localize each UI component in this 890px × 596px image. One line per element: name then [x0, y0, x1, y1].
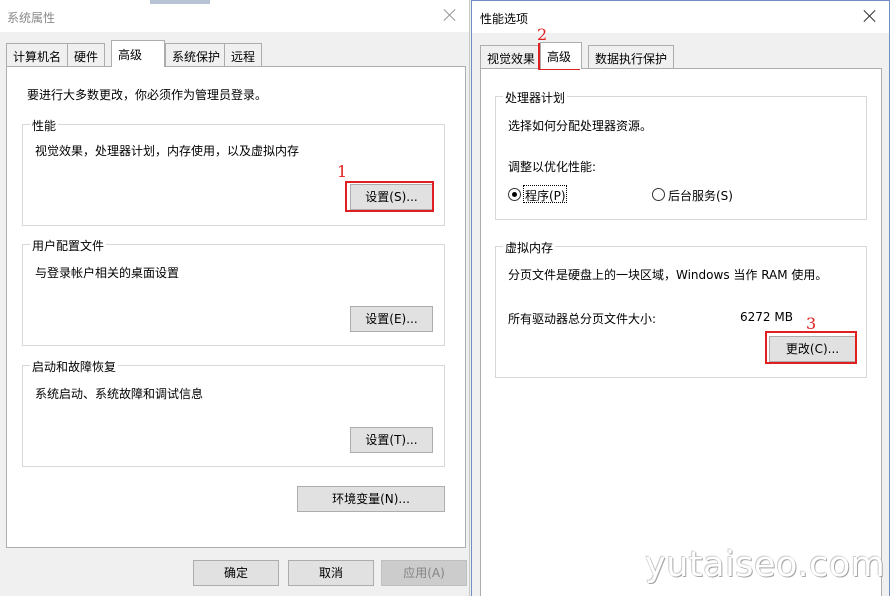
- highlight-box-performance-settings: [345, 181, 434, 212]
- user-profile-group-label: 用户配置文件: [30, 237, 107, 254]
- virtual-memory-description: 分页文件是硬盘上的一块区域，Windows 当作 RAM 使用。: [508, 268, 828, 282]
- tab-system-protection[interactable]: 系统保护: [165, 43, 228, 67]
- startup-recovery-group: 启动和故障恢复 系统启动、系统故障和调试信息 设置(T)...: [22, 358, 445, 467]
- tab-data-execution-prevention[interactable]: 数据执行保护: [588, 45, 675, 69]
- system-properties-titlebar[interactable]: 系统属性: [0, 0, 469, 32]
- processor-description: 选择如何分配处理器资源。: [508, 119, 653, 133]
- tab-hardware[interactable]: 硬件: [67, 43, 106, 67]
- virtual-memory-label: 虚拟内存: [503, 239, 556, 256]
- total-paging-file-value: 6272 MB: [740, 310, 793, 324]
- highlight-box-change-button: [765, 331, 857, 364]
- tab-remote[interactable]: 远程: [224, 43, 263, 67]
- performance-description: 视觉效果，处理器计划，内存使用，以及虚拟内存: [35, 144, 300, 158]
- optimize-performance-label: 调整以优化性能:: [508, 160, 597, 174]
- processor-scheduling-group: 处理器计划 选择如何分配处理器资源。 调整以优化性能: 程序(P) 后台服务(S…: [495, 89, 867, 220]
- performance-options-window: 性能选项 视觉效果 高级 数据执行保护 处理器计划 选择如何分配处理器资源。 调…: [471, 0, 890, 596]
- advanced-tab-panel: 要进行大多数更改，你必须作为管理员登录。 性能 视觉效果，处理器计划，内存使用，…: [6, 66, 466, 548]
- programs-radio[interactable]: [508, 188, 521, 201]
- programs-radio-label[interactable]: 程序(P): [525, 187, 566, 204]
- environment-variables-button[interactable]: 环境变量(N)...: [297, 486, 445, 512]
- user-profile-settings-button[interactable]: 设置(E)...: [350, 306, 433, 332]
- startup-recovery-settings-button[interactable]: 设置(T)...: [350, 427, 433, 453]
- background-services-radio-label[interactable]: 后台服务(S): [668, 187, 733, 204]
- performance-group-label: 性能: [30, 117, 59, 134]
- total-paging-file-label: 所有驱动器总分页文件大小:: [508, 312, 657, 326]
- performance-options-titlebar[interactable]: 性能选项: [472, 1, 889, 33]
- tab-visual-effects[interactable]: 视觉效果: [480, 45, 543, 69]
- user-profile-group: 用户配置文件 与登录帐户相关的桌面设置 设置(E)...: [22, 237, 445, 346]
- admin-intro-text: 要进行大多数更改，你必须作为管理员登录。: [27, 88, 268, 102]
- cancel-button[interactable]: 取消: [288, 560, 374, 586]
- tab-computer-name[interactable]: 计算机名: [6, 43, 69, 67]
- user-profile-description: 与登录帐户相关的桌面设置: [35, 266, 180, 280]
- startup-recovery-group-label: 启动和故障恢复: [30, 358, 119, 375]
- background-strip: [150, 0, 210, 4]
- watermark-text: yutaiseo.com: [645, 545, 886, 585]
- performance-options-title: 性能选项: [480, 12, 529, 26]
- close-icon[interactable]: [861, 7, 879, 25]
- annotation-number-1: 1: [337, 162, 348, 181]
- startup-recovery-description: 系统启动、系统故障和调试信息: [35, 387, 204, 401]
- ok-button[interactable]: 确定: [193, 560, 279, 586]
- close-icon[interactable]: [441, 6, 459, 24]
- apply-button[interactable]: 应用(A): [381, 560, 467, 586]
- system-properties-window: 系统属性 计算机名 硬件 高级 系统保护 远程 要进行大多数更改，你必须作为管理…: [0, 0, 470, 596]
- background-services-radio[interactable]: [652, 188, 665, 201]
- processor-scheduling-label: 处理器计划: [503, 89, 568, 106]
- tab-advanced[interactable]: 高级: [540, 42, 582, 69]
- tab-advanced[interactable]: 高级: [111, 40, 165, 67]
- annotation-number-3: 3: [806, 314, 817, 333]
- system-properties-title: 系统属性: [7, 11, 56, 25]
